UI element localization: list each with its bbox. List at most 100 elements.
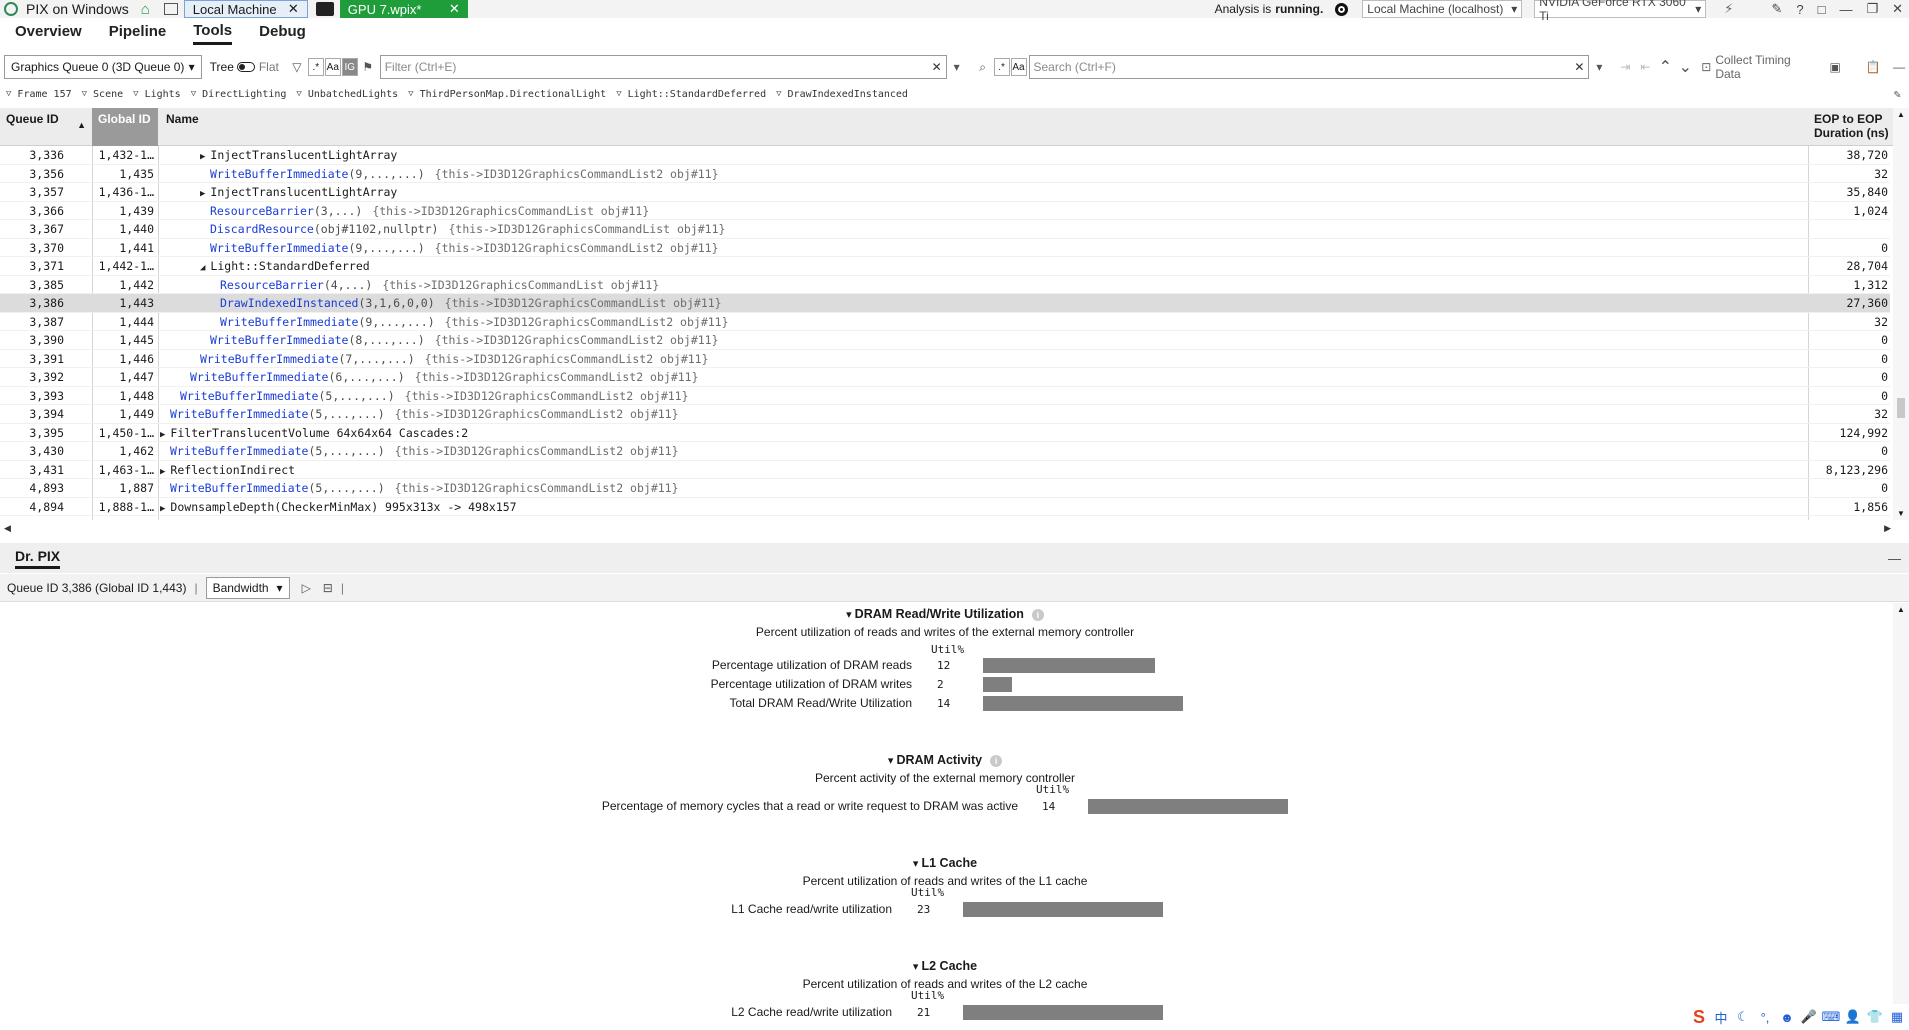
table-row[interactable]: 4,893 1,887 WriteBufferImmediate(5,...,...…	[0, 479, 1890, 498]
chat-icon[interactable]: □	[1818, 2, 1826, 17]
breadcrumb-item[interactable]: DirectLighting	[202, 89, 286, 100]
collect-timing-button[interactable]: ⊡ Collect Timing Data	[1701, 53, 1819, 81]
tab-pipeline[interactable]: Pipeline	[109, 23, 167, 43]
stop-analysis-icon[interactable]	[1335, 2, 1349, 16]
clear-search-icon[interactable]: ✕	[1574, 60, 1584, 74]
search-regex-toggle[interactable]: .*	[993, 58, 1010, 76]
home-icon[interactable]: ⌂	[141, 1, 150, 18]
next-match-icon[interactable]: ⇥	[1615, 57, 1635, 77]
expander-icon[interactable]: ▶	[160, 467, 165, 477]
section-title[interactable]: ▾ L1 Cache	[825, 856, 1065, 870]
minimize-icon[interactable]: —	[1839, 2, 1852, 17]
filter-icon[interactable]: ▽	[287, 57, 307, 77]
breadcrumb-item[interactable]: DrawIndexedInstanced	[788, 89, 908, 100]
tab-gpu-capture[interactable]: GPU 7.wpix* ✕	[339, 0, 468, 18]
shirt-icon[interactable]: 👕	[1867, 1009, 1883, 1025]
clear-filter-icon[interactable]: ✕	[932, 60, 942, 74]
table-row[interactable]: 3,393 1,448 WriteBufferImmediate(5,...,...…	[0, 387, 1890, 405]
search-input[interactable]: Search (Ctrl+F) ✕	[1028, 55, 1590, 79]
table-row[interactable]: 3,387 1,444 WriteBufferImmediate(9,...,...…	[0, 313, 1890, 331]
camera-icon[interactable]	[315, 2, 334, 16]
gpu-select[interactable]: NVIDIA GeForce RTX 3060 Ti ▾	[1534, 0, 1707, 23]
table-row[interactable]: 3,386 1,443 DrawIndexedInstanced(3,1,6,0,0…	[0, 294, 1890, 313]
breadcrumb-item[interactable]: Lights	[145, 89, 181, 100]
table-row[interactable]: 3,395 1,450-1… ▶ FilterTranslucentVolume 64…	[0, 424, 1890, 442]
expander-icon[interactable]: ▶	[160, 430, 165, 440]
settings-icon[interactable]: ▣	[1825, 57, 1845, 77]
export-icon[interactable]: ⊟	[323, 581, 333, 595]
event-list-horizontal-scrollbar[interactable]: ◀ ▶	[0, 521, 1909, 535]
event-list-vertical-scrollbar[interactable]: ▲ ▼	[1893, 108, 1909, 520]
minimize-pane-icon[interactable]: —	[1889, 57, 1909, 77]
breadcrumb-item[interactable]: UnbatchedLights	[308, 89, 398, 100]
search-icon[interactable]: ⌕	[973, 57, 993, 77]
chevron-down-icon[interactable]: ▾	[1589, 57, 1609, 77]
tab-debug[interactable]: Debug	[259, 23, 306, 43]
scroll-down-icon[interactable]: ▼	[1897, 509, 1905, 518]
tab-local-machine[interactable]: Local Machine ✕	[183, 0, 308, 18]
collapse-icon[interactable]: ▾	[846, 609, 855, 621]
punctuation-icon[interactable]: °,	[1757, 1009, 1773, 1025]
table-row[interactable]: 3,385 1,442 ResourceBarrier(4,...) {this->I…	[0, 276, 1890, 294]
clipboard-icon[interactable]: 📋	[1863, 57, 1883, 77]
info-icon[interactable]: i	[990, 754, 1003, 767]
section-title[interactable]: ▾ L2 Cache	[825, 959, 1065, 973]
help-icon[interactable]: ?	[1796, 2, 1803, 17]
expander-icon[interactable]: ▶	[200, 152, 205, 162]
emoji-icon[interactable]: ☻	[1779, 1009, 1795, 1025]
chevron-up-icon[interactable]: ⌃	[1655, 57, 1675, 77]
tab-overview[interactable]: Overview	[15, 23, 82, 43]
breadcrumb-item[interactable]: Scene	[93, 89, 123, 100]
breadcrumb-item[interactable]: Light::StandardDeferred	[628, 89, 766, 100]
queue-select[interactable]: Graphics Queue 0 (3D Queue 0) ▾	[4, 55, 202, 79]
table-row[interactable]: 3,431 1,463-1… ▶ ReflectionIndirect 8,123,29…	[0, 461, 1890, 479]
edit-icon[interactable]: ✎	[1894, 87, 1901, 101]
section-title[interactable]: ▾ DRAM Read/Write Utilization i	[825, 607, 1065, 621]
minimize-pane-icon[interactable]: —	[1888, 551, 1901, 566]
chevron-down-icon[interactable]: ⌄	[1675, 57, 1695, 77]
scroll-left-icon[interactable]: ◀	[4, 523, 11, 534]
prev-match-icon[interactable]: ⇤	[1635, 57, 1655, 77]
section-title[interactable]: ▾ DRAM Activity i	[825, 753, 1065, 767]
table-row[interactable]: 3,357 1,436-1… ▶ InjectTranslucentLightArra…	[0, 183, 1890, 202]
report-vertical-scrollbar[interactable]: ▲	[1893, 603, 1909, 1004]
breadcrumb-item[interactable]: ThirdPersonMap.DirectionalLight	[420, 89, 607, 100]
tree-flat-toggle[interactable]	[236, 62, 255, 72]
table-row[interactable]: 3,336 1,432-1… ▶ InjectTranslucentLightArra…	[0, 146, 1890, 165]
expander-icon[interactable]: ▶	[200, 189, 205, 199]
table-row[interactable]: 3,366 1,439 ResourceBarrier(3,...) {this->I…	[0, 202, 1890, 220]
ime-mode-icon[interactable]: 中	[1713, 1009, 1729, 1026]
search-case-toggle[interactable]: Aa	[1010, 58, 1027, 76]
table-row[interactable]: 3,394 1,449 WriteBufferImmediate(5,...,...…	[0, 405, 1890, 424]
info-icon[interactable]: i	[1031, 608, 1044, 621]
table-row[interactable]: 3,370 1,441 WriteBufferImmediate(9,...,...…	[0, 239, 1890, 257]
run-icon[interactable]: ▷	[302, 581, 311, 595]
scroll-thumb[interactable]	[1897, 398, 1905, 418]
ig-toggle[interactable]: IG	[341, 58, 358, 76]
expander-icon[interactable]: ◢	[200, 263, 205, 273]
window-icon[interactable]	[163, 3, 178, 15]
expander-icon[interactable]: ▶	[160, 504, 165, 514]
scroll-right-icon[interactable]: ▶	[1884, 523, 1891, 534]
regex-toggle[interactable]: .*	[307, 58, 324, 76]
table-row[interactable]: 3,356 1,435 WriteBufferImmediate(9,...,...…	[0, 165, 1890, 183]
table-row[interactable]: 4,894 1,888-1… ▶ DownsampleDepth(CheckerMin…	[0, 498, 1890, 516]
feedback-icon[interactable]: ✎	[1771, 1, 1782, 17]
grid-menu-icon[interactable]: ▦	[1889, 1009, 1905, 1025]
case-toggle[interactable]: Aa	[324, 58, 341, 76]
user-icon[interactable]: 👤	[1845, 1009, 1861, 1025]
filter-input[interactable]: Filter (Ctrl+E) ✕	[379, 55, 947, 79]
column-header-global-id[interactable]: Global ID	[92, 108, 158, 146]
scroll-up-icon[interactable]: ▲	[1897, 605, 1905, 614]
machine-select[interactable]: Local Machine (localhost) ▾	[1362, 0, 1523, 18]
breadcrumb-item[interactable]: Frame 157	[17, 89, 71, 100]
drpix-title[interactable]: Dr. PIX	[15, 548, 61, 569]
sogou-ime-icon[interactable]: S	[1691, 1007, 1707, 1027]
close-icon[interactable]: ✕	[288, 1, 299, 17]
column-header-name[interactable]: Name	[160, 108, 560, 146]
column-header-queue-id[interactable]: Queue ID ▲	[0, 108, 92, 146]
column-header-duration[interactable]: EOP to EOP Duration (ns)	[1808, 108, 1896, 146]
table-row[interactable]: 3,430 1,462 WriteBufferImmediate(5,...,...…	[0, 442, 1890, 461]
table-row[interactable]: 3,371 1,442-1… ◢ Light::StandardDeferred 28,…	[0, 257, 1890, 276]
restore-icon[interactable]: ❐	[1866, 1, 1878, 17]
